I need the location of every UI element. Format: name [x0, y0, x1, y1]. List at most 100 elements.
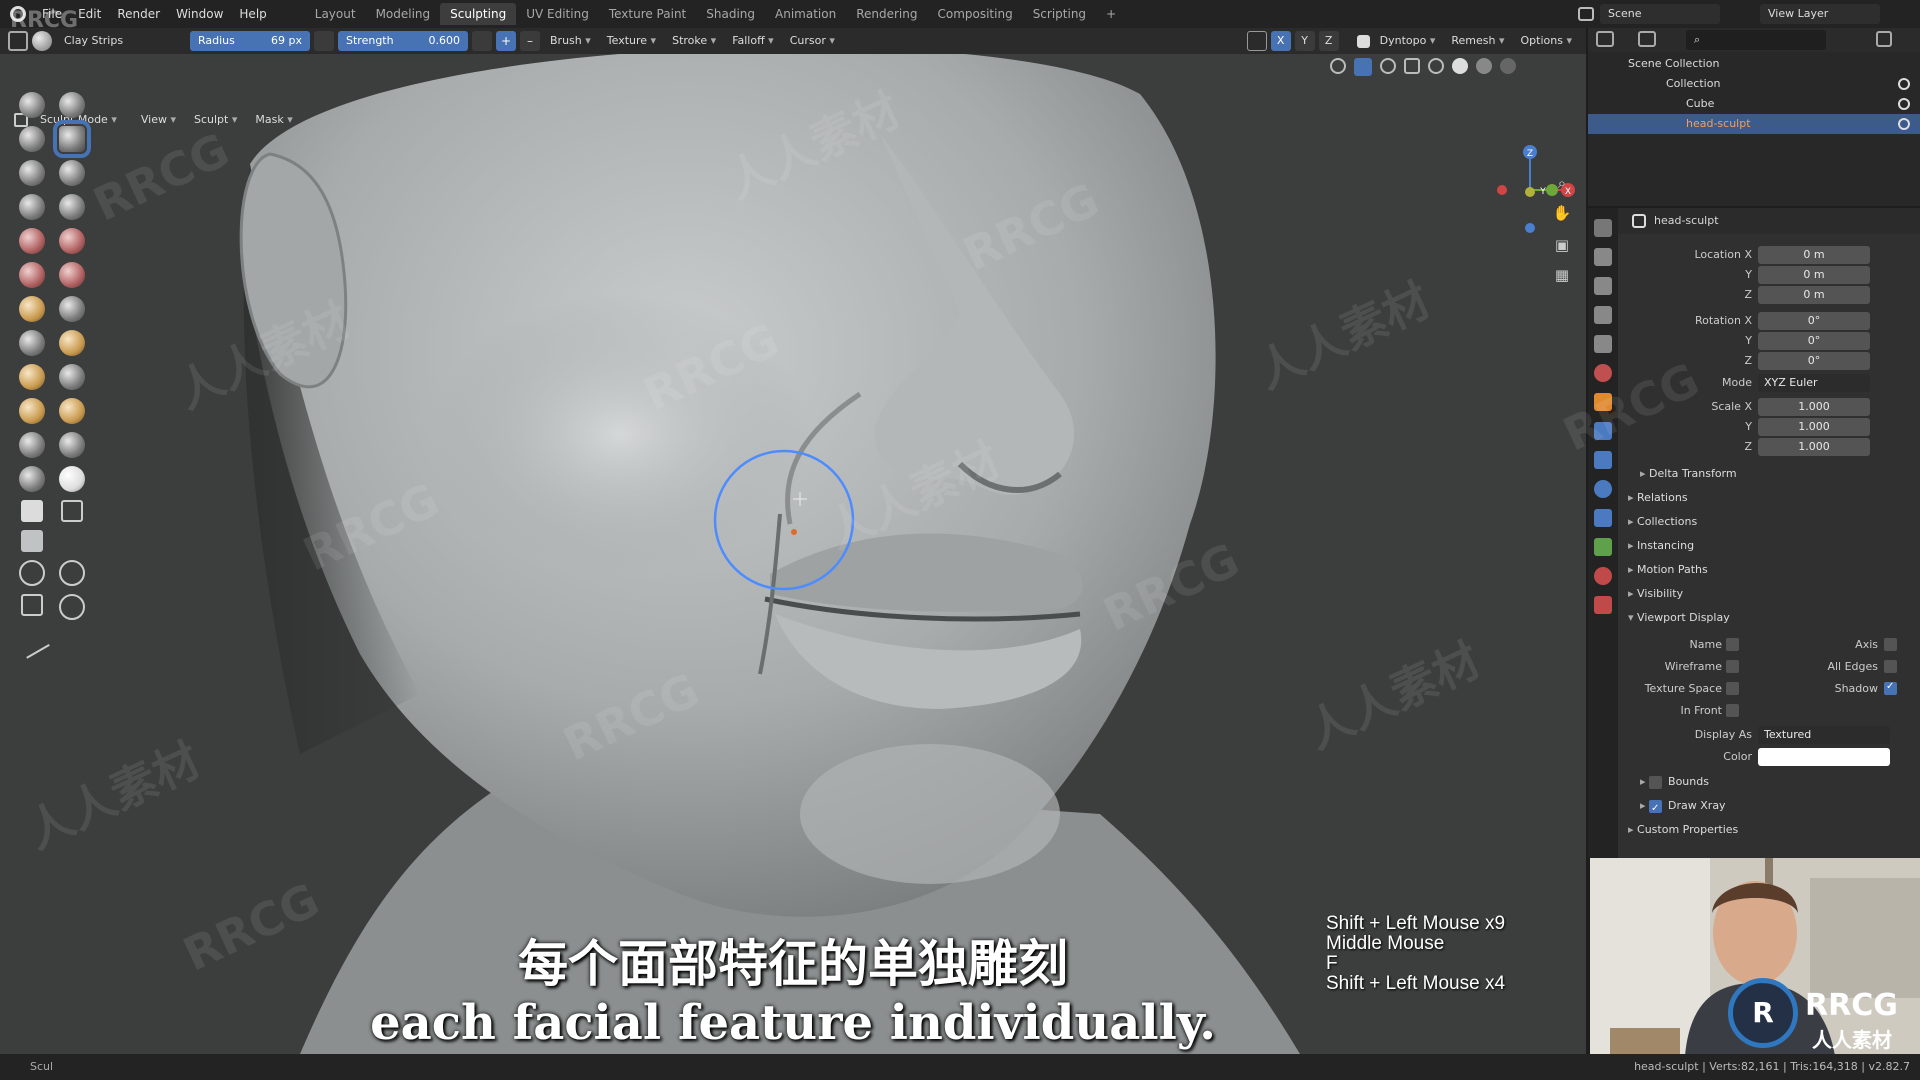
filter-icon[interactable] [1876, 31, 1892, 47]
material-shading-icon[interactable] [1476, 58, 1492, 74]
sculpt-menu[interactable]: Sculpt [188, 110, 243, 130]
crease-brush-icon[interactable] [19, 228, 45, 254]
rotation-z-field[interactable]: 0° [1758, 352, 1870, 370]
delta-transform-panel[interactable]: Delta Transform [1640, 464, 1737, 484]
tab-uv-editing[interactable]: UV Editing [516, 3, 599, 25]
brush-preview-icon[interactable] [32, 31, 52, 51]
wireframe-checkbox[interactable] [1726, 660, 1739, 673]
custom-properties-panel[interactable]: Custom Properties [1628, 820, 1738, 840]
stroke-dropdown[interactable]: Stroke [666, 31, 722, 51]
particles-tab-icon[interactable] [1594, 451, 1612, 469]
outliner-scene-collection[interactable]: Scene Collection [1588, 54, 1920, 74]
view-layer-selector[interactable]: View Layer [1760, 4, 1880, 24]
move-gizmo-icon[interactable] [19, 560, 45, 586]
blender-logo-icon[interactable] [10, 6, 26, 22]
scale-x-field[interactable]: 1.000 [1758, 398, 1870, 416]
draw-sharp-brush-icon[interactable] [59, 92, 85, 118]
annotate-icon[interactable] [14, 623, 50, 659]
menu-edit[interactable]: Edit [70, 7, 109, 21]
clay-strips-brush-icon[interactable] [53, 120, 91, 158]
tab-shading[interactable]: Shading [696, 3, 765, 25]
scene-selector[interactable]: Scene [1600, 4, 1720, 24]
material-tab-icon[interactable] [1594, 567, 1612, 585]
data-tab-icon[interactable] [1594, 538, 1612, 556]
nudge-brush-icon[interactable] [19, 432, 45, 458]
outliner-item-head-sculpt[interactable]: head-sculpt [1588, 114, 1920, 134]
physics-tab-icon[interactable] [1594, 480, 1612, 498]
dyntopo-dropdown[interactable]: Dyntopo [1374, 31, 1442, 51]
inflate-brush-icon[interactable] [19, 194, 45, 220]
eye-icon[interactable] [1898, 78, 1910, 90]
all-edges-checkbox[interactable] [1884, 660, 1897, 673]
menu-help[interactable]: Help [231, 7, 274, 21]
view-menu[interactable]: View [135, 110, 182, 130]
fill-brush-icon[interactable] [59, 262, 85, 288]
scene-icon[interactable] [1578, 7, 1594, 21]
add-direction-button[interactable]: + [496, 31, 516, 51]
tab-modeling[interactable]: Modeling [366, 3, 441, 25]
subtract-direction-button[interactable]: – [520, 31, 540, 51]
collections-panel[interactable]: Collections [1628, 512, 1697, 532]
display-as-dropdown[interactable]: Textured [1758, 726, 1890, 744]
axis-checkbox[interactable] [1884, 638, 1897, 651]
box-hide-icon[interactable] [61, 500, 83, 522]
strength-pressure-icon[interactable] [472, 31, 492, 51]
texture-tab-icon[interactable] [1594, 596, 1612, 614]
world-tab-icon[interactable] [1594, 364, 1612, 382]
outliner-item-cube[interactable]: Cube [1588, 94, 1920, 114]
draw-xray-panel[interactable]: Draw Xray [1640, 796, 1726, 819]
object-name[interactable]: head-sculpt [1654, 214, 1719, 227]
rotate-gizmo-icon[interactable] [59, 560, 85, 586]
pan-hand-icon[interactable]: ✋ [1551, 202, 1573, 224]
grab-brush-icon[interactable] [59, 330, 85, 356]
outliner-search-input[interactable]: ⌕ [1686, 30, 1826, 50]
relations-panel[interactable]: Relations [1628, 488, 1688, 508]
visibility-icon[interactable] [1330, 58, 1346, 74]
tool-tab-icon[interactable] [1594, 219, 1612, 237]
perspective-grid-icon[interactable]: ▦ [1551, 264, 1573, 286]
scale-gizmo-icon[interactable] [21, 594, 43, 616]
mirror-x-toggle[interactable]: X [1270, 31, 1291, 51]
dyntopo-checkbox[interactable] [1356, 34, 1370, 48]
tab-scripting[interactable]: Scripting [1023, 3, 1096, 25]
rotation-y-field[interactable]: 0° [1758, 332, 1870, 350]
zoom-icon[interactable]: ⌕ [1551, 172, 1573, 194]
draw-xray-checkbox[interactable] [1649, 799, 1663, 819]
rotate-brush-icon[interactable] [59, 432, 85, 458]
scrape-brush-icon[interactable] [19, 296, 45, 322]
menu-render[interactable]: Render [109, 7, 168, 21]
render-tab-icon[interactable] [1594, 248, 1612, 266]
smooth-brush-icon[interactable] [59, 228, 85, 254]
solid-shading-icon[interactable] [1452, 58, 1468, 74]
viewport-display-panel[interactable]: Viewport Display [1628, 608, 1730, 628]
clay-thumb-brush-icon[interactable] [19, 160, 45, 186]
constraints-tab-icon[interactable] [1594, 509, 1612, 527]
object-tab-icon[interactable] [1594, 393, 1612, 411]
texture-space-checkbox[interactable] [1726, 682, 1739, 695]
simplify-brush-icon[interactable] [19, 466, 45, 492]
radius-pressure-icon[interactable] [314, 31, 334, 51]
rotation-mode-dropdown[interactable]: XYZ Euler [1758, 374, 1870, 392]
name-checkbox[interactable] [1726, 638, 1739, 651]
tab-rendering[interactable]: Rendering [846, 3, 927, 25]
falloff-dropdown[interactable]: Falloff [726, 31, 780, 51]
mirror-y-toggle[interactable]: Y [1294, 31, 1315, 51]
multiplane-scrape-brush-icon[interactable] [59, 296, 85, 322]
strength-field[interactable]: Strength 0.600 [338, 31, 468, 51]
menu-file[interactable]: File [34, 7, 70, 21]
scene-tab-icon[interactable] [1594, 335, 1612, 353]
mask-brush-icon[interactable] [59, 466, 85, 492]
elastic-deform-brush-icon[interactable] [19, 364, 45, 390]
transform-gizmo-icon[interactable] [59, 594, 85, 620]
layer-brush-icon[interactable] [59, 160, 85, 186]
gizmo-toggle-icon[interactable] [1354, 58, 1372, 76]
location-y-field[interactable]: 0 m [1758, 266, 1870, 284]
output-tab-icon[interactable] [1594, 277, 1612, 295]
mask-menu[interactable]: Mask [249, 110, 298, 130]
mesh-filter-icon[interactable] [21, 530, 43, 552]
wireframe-shading-icon[interactable] [1428, 58, 1444, 74]
snake-hook-brush-icon[interactable] [59, 364, 85, 390]
bounds-panel[interactable]: Bounds [1640, 772, 1709, 792]
rendered-shading-icon[interactable] [1500, 58, 1516, 74]
instancing-panel[interactable]: Instancing [1628, 536, 1694, 556]
